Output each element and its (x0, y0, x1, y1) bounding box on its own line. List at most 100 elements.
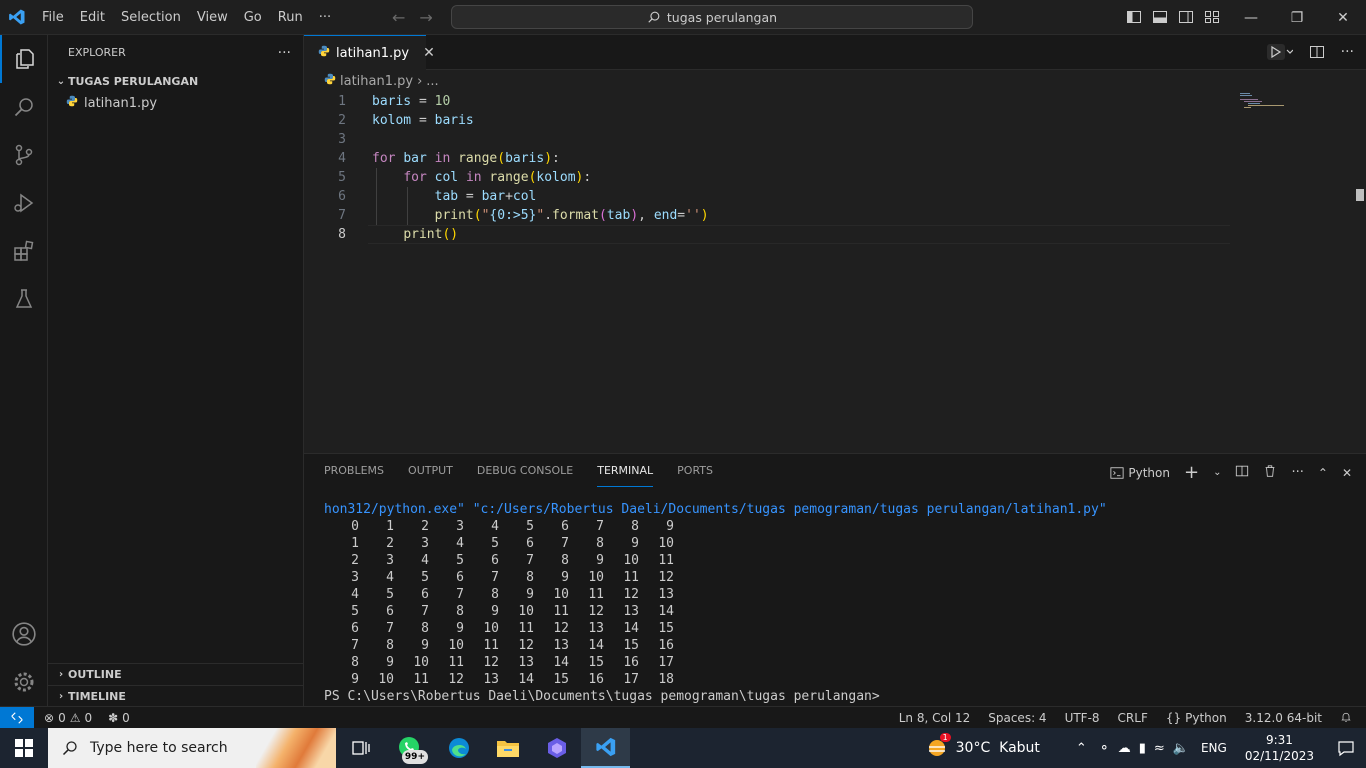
edge-browser-icon[interactable] (434, 728, 483, 768)
tray-chevron-icon[interactable]: ⌃ (1070, 741, 1093, 756)
split-editor-icon[interactable] (1309, 44, 1325, 64)
close-panel-icon[interactable]: ✕ (1342, 466, 1352, 480)
task-view-icon[interactable] (336, 728, 385, 768)
encoding[interactable]: UTF-8 (1065, 711, 1100, 725)
clock[interactable]: 9:31 02/11/2023 (1233, 732, 1326, 764)
explorer-more-actions[interactable]: ··· (278, 45, 291, 61)
terminal-output-value: 6 (351, 621, 359, 636)
explorer-icon[interactable] (0, 35, 48, 83)
cursor-position[interactable]: Ln 8, Col 12 (899, 711, 971, 725)
timeline-section[interactable]: › TIMELINE (48, 685, 303, 707)
whatsapp-icon[interactable]: 99+ (385, 728, 434, 768)
notifications-bell-icon[interactable] (1340, 711, 1352, 726)
taskbar-search[interactable]: Type here to search (48, 728, 336, 768)
tab-terminal[interactable]: TERMINAL (597, 454, 654, 487)
tab-output[interactable]: OUTPUT (408, 454, 453, 487)
battery-icon[interactable]: ▮ (1139, 741, 1146, 756)
code-line: kolom = baris (372, 113, 474, 128)
close-window-icon[interactable]: ✕ (1320, 0, 1366, 35)
windows-start-icon[interactable] (0, 728, 48, 768)
more-actions-icon[interactable]: ··· (1291, 465, 1303, 480)
file-item-latihan1[interactable]: latihan1.py (48, 92, 303, 114)
terminal-profile[interactable]: Python (1110, 466, 1170, 480)
indentation[interactable]: Spaces: 4 (988, 711, 1046, 725)
back-arrow-icon[interactable]: ← (392, 8, 405, 27)
maximize-panel-icon[interactable]: ⌃ (1318, 466, 1328, 480)
language-mode[interactable]: {} Python (1166, 711, 1227, 725)
command-center-search[interactable]: tugas perulangan (451, 5, 973, 29)
menu-selection[interactable]: Selection (113, 0, 189, 35)
breadcrumb-file[interactable]: latihan1.py (340, 74, 413, 89)
window-controls: — ❐ ✕ (1228, 0, 1366, 35)
terminal-output-value: 8 (351, 655, 359, 670)
menu-edit[interactable]: Edit (72, 0, 113, 35)
terminal-output-value: 11 (483, 638, 499, 653)
onedrive-cloud-icon[interactable]: ☁ (1118, 741, 1131, 756)
account-icon[interactable] (0, 610, 48, 658)
toggle-panel-icon[interactable] (1152, 9, 1168, 25)
terminal-output-value: 4 (456, 536, 464, 551)
testing-icon[interactable] (0, 275, 48, 323)
tab-problems[interactable]: PROBLEMS (324, 454, 384, 487)
tab-debug-console[interactable]: DEBUG CONSOLE (477, 454, 573, 487)
settings-gear-icon[interactable] (0, 658, 48, 706)
title-bar: File Edit Selection View Go Run ··· ← → … (0, 0, 1366, 35)
terminal-output-value: 4 (351, 587, 359, 602)
more-actions-icon[interactable]: ··· (1341, 44, 1354, 64)
terminal-output-value: 10 (553, 587, 569, 602)
customize-layout-icon[interactable] (1204, 9, 1220, 25)
menu-file[interactable]: File (34, 0, 72, 35)
file-explorer-icon[interactable] (483, 728, 532, 768)
vscode-taskbar-icon[interactable] (581, 728, 630, 768)
outline-section[interactable]: › OUTLINE (48, 663, 303, 685)
problems-status[interactable]: ⊗ 0 ⚠ 0 (44, 711, 92, 725)
copilot-icon[interactable] (532, 728, 581, 768)
volume-icon[interactable]: 🔈 (1173, 741, 1189, 756)
terminal[interactable]: hon312/python.exe" "c:/Users/Robertus Da… (324, 501, 1354, 705)
forward-arrow-icon[interactable]: → (419, 8, 432, 27)
end-of-line[interactable]: CRLF (1118, 711, 1148, 725)
run-icon[interactable] (1266, 44, 1294, 64)
wifi-icon[interactable]: ≈ (1154, 741, 1165, 756)
terminal-output-value: 5 (386, 587, 394, 602)
menu-go[interactable]: Go (236, 0, 270, 35)
code-editor[interactable]: 1 2 3 4 5 6 7 8 baris = 10 kolom = baris … (304, 92, 1366, 453)
ports-status[interactable]: ✽ 0 (108, 711, 130, 725)
chevron-down-icon[interactable]: ⌄ (1213, 467, 1221, 478)
weather-widget[interactable]: 1 30°C Kabut (926, 733, 1070, 759)
menu-more[interactable]: ··· (311, 0, 339, 35)
menu-view[interactable]: View (189, 0, 236, 35)
notification-center-icon[interactable] (1326, 739, 1366, 757)
search-icon[interactable] (0, 83, 48, 131)
extensions-icon[interactable] (0, 227, 48, 275)
new-terminal-icon[interactable]: + (1184, 462, 1199, 483)
run-debug-icon[interactable] (0, 179, 48, 227)
terminal-output-value: 13 (518, 655, 534, 670)
close-icon[interactable]: ✕ (423, 45, 435, 61)
folder-section[interactable]: ⌄ TUGAS PERULANGAN (48, 70, 303, 92)
meet-now-icon[interactable]: ⚬ (1099, 741, 1110, 756)
explorer-sidebar: EXPLORER ··· ⌄ TUGAS PERULANGAN latihan1… (48, 35, 304, 706)
source-control-icon[interactable] (0, 131, 48, 179)
editor-scrollbar[interactable] (1356, 189, 1364, 201)
minimap[interactable] (1236, 92, 1286, 122)
breadcrumb-more[interactable]: ... (426, 74, 438, 89)
tab-latihan1[interactable]: latihan1.py ✕ (304, 35, 435, 70)
code-line: print() (403, 227, 459, 242)
terminal-output-value: 5 (456, 553, 464, 568)
python-interpreter[interactable]: 3.12.0 64-bit (1245, 711, 1322, 725)
toggle-secondary-sidebar-icon[interactable] (1178, 9, 1194, 25)
input-language[interactable]: ENG (1195, 741, 1233, 755)
terminal-output-value: 5 (526, 519, 534, 534)
outline-title: OUTLINE (68, 668, 122, 681)
line-number: 1 (338, 94, 346, 109)
minimize-icon[interactable]: — (1228, 0, 1274, 35)
trash-icon[interactable] (1263, 464, 1277, 481)
tab-ports[interactable]: PORTS (677, 454, 713, 487)
split-terminal-icon[interactable] (1235, 464, 1249, 481)
windows-taskbar: Type here to search 99+ 1 30°C Kabut ⌃ ⚬… (0, 728, 1366, 768)
toggle-primary-sidebar-icon[interactable] (1126, 9, 1142, 25)
remote-icon[interactable] (0, 706, 34, 729)
menu-run[interactable]: Run (270, 0, 311, 35)
restore-icon[interactable]: ❐ (1274, 0, 1320, 35)
